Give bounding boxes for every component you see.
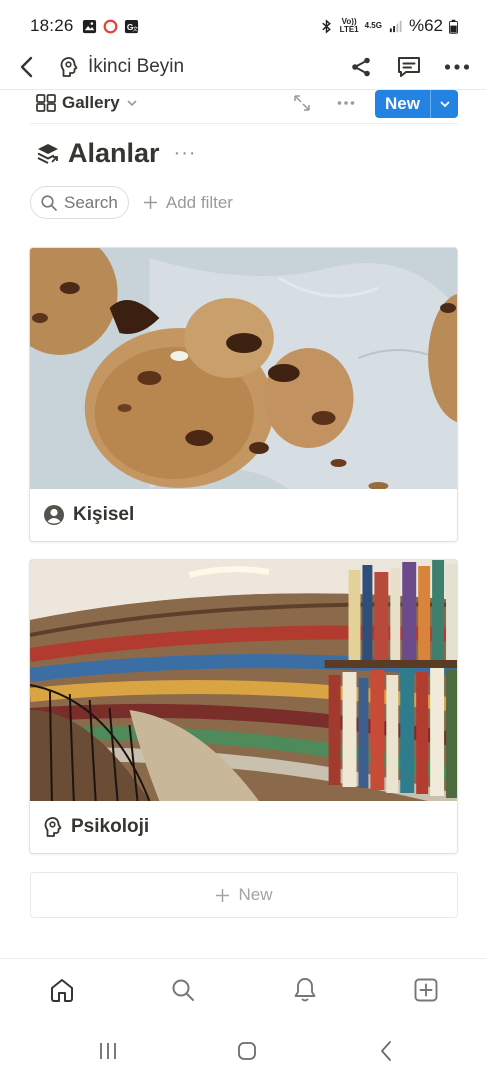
database-toolbar: Gallery New <box>30 88 458 124</box>
database-options-button[interactable]: ··· <box>174 142 197 165</box>
chevron-left-icon <box>381 1041 391 1061</box>
system-back-button[interactable] <box>374 1039 398 1063</box>
more-options-button[interactable] <box>442 52 472 82</box>
add-square-icon <box>414 978 438 1001</box>
card-cover-image <box>30 560 457 801</box>
nav-updates-button[interactable] <box>290 975 320 1005</box>
home-icon <box>51 978 73 1002</box>
new-button[interactable]: New <box>375 89 458 118</box>
expand-button[interactable] <box>287 88 317 118</box>
nav-new-page-button[interactable] <box>411 975 441 1005</box>
nav-search-button[interactable] <box>168 975 198 1005</box>
bell-icon <box>294 977 316 1001</box>
new-row-label: New <box>238 885 273 904</box>
network-indicator: Vo)) LTE1 <box>339 17 359 34</box>
view-label: Gallery <box>62 92 120 112</box>
gallery-view-icon <box>36 93 56 112</box>
bluetooth-icon <box>321 18 331 34</box>
add-filter-label: Add filter <box>165 192 233 212</box>
battery-level: %62 <box>408 16 443 35</box>
more-horizontal-icon <box>337 100 355 105</box>
add-new-card-button[interactable]: New <box>30 872 458 918</box>
signal-icon <box>389 20 402 32</box>
status-time: 18:26 <box>30 16 74 35</box>
database-title-text[interactable]: Alanlar <box>68 138 160 169</box>
card-title: Psikoloji <box>30 801 457 853</box>
bottom-navigation <box>0 958 486 1020</box>
search-label: Search <box>64 192 118 212</box>
recent-apps-icon <box>100 1043 116 1059</box>
system-navigation <box>0 1022 486 1080</box>
filter-bar: Search Add filter <box>30 186 233 219</box>
head-brain-icon <box>58 56 80 78</box>
chevron-left-icon <box>20 56 33 77</box>
expand-icon <box>294 94 310 111</box>
network-gen: 4.5G <box>364 21 382 30</box>
chevron-down-icon <box>439 100 450 107</box>
card-title-text: Psikoloji <box>71 816 150 837</box>
gallery-card[interactable]: Psikoloji <box>29 559 458 854</box>
comments-button[interactable] <box>394 52 424 82</box>
view-switcher[interactable]: Gallery <box>36 93 138 113</box>
home-system-button[interactable] <box>235 1039 259 1063</box>
gallery-card[interactable]: Kişisel <box>29 247 458 542</box>
svg-text:文: 文 <box>132 25 138 33</box>
share-icon <box>352 57 370 76</box>
head-brain-icon <box>44 817 62 837</box>
card-cover-image <box>30 248 457 489</box>
back-button[interactable] <box>14 54 40 80</box>
card-title-text: Kişisel <box>73 504 135 525</box>
layers-icon <box>37 143 58 164</box>
battery-icon <box>449 19 458 34</box>
more-horizontal-icon <box>444 63 470 70</box>
search-icon <box>41 194 57 211</box>
app-header: İkinci Beyin <box>0 44 486 90</box>
comment-icon <box>398 56 420 77</box>
nav-home-button[interactable] <box>47 975 77 1005</box>
new-dropdown-button[interactable] <box>430 89 458 118</box>
new-button-label: New <box>385 93 420 113</box>
gallery-notification-icon <box>82 19 96 33</box>
chevron-down-icon <box>127 99 137 106</box>
page-title: İkinci Beyin <box>88 55 185 77</box>
recent-apps-button[interactable] <box>96 1039 120 1063</box>
database-title: Alanlar ··· <box>36 138 197 169</box>
card-title: Kişisel <box>30 489 457 541</box>
translate-notification-icon: G文 <box>124 19 138 33</box>
search-icon <box>172 979 195 1001</box>
search-button[interactable]: Search <box>30 186 129 219</box>
opera-notification-icon <box>103 19 117 33</box>
person-circle-icon <box>44 505 64 525</box>
plus-icon <box>216 888 230 902</box>
plus-icon <box>143 196 157 209</box>
home-system-icon <box>238 1042 256 1060</box>
add-filter-button[interactable]: Add filter <box>143 193 233 213</box>
view-options-button[interactable] <box>331 88 361 118</box>
share-button[interactable] <box>346 52 376 82</box>
